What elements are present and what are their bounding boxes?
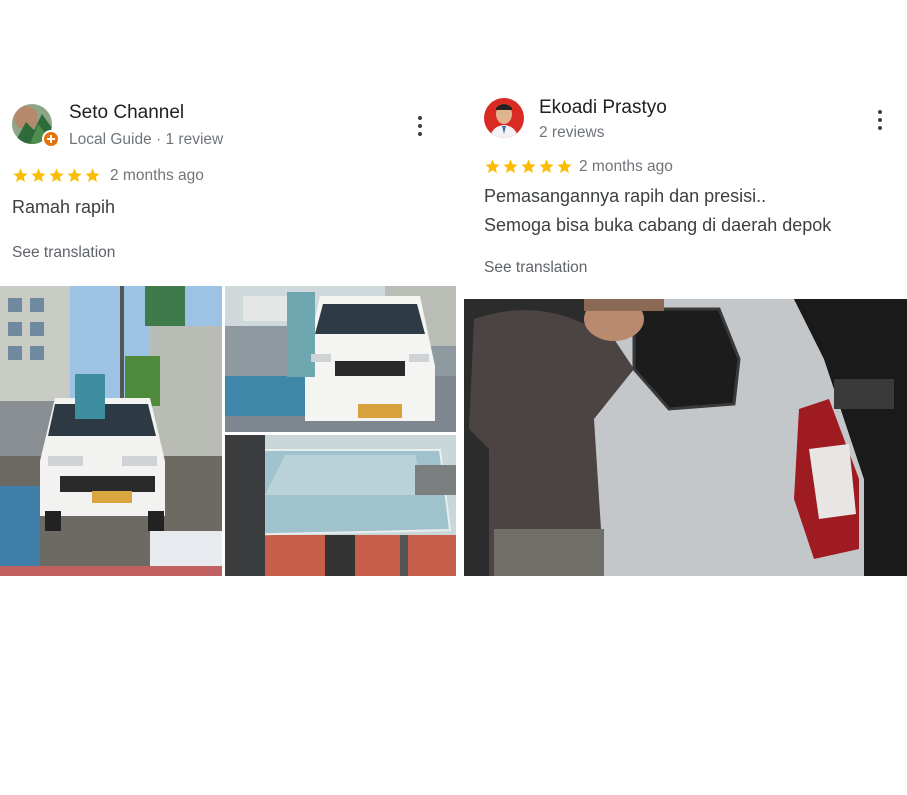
star-icon (13, 168, 28, 183)
car-front-photo[interactable] (225, 286, 456, 432)
review-time: 2 months ago (110, 167, 204, 184)
author-meta: Local Guide · 1 review (69, 131, 224, 148)
car-on-street-photo[interactable] (0, 286, 222, 576)
star-rating (484, 158, 573, 175)
star-icon (539, 159, 554, 174)
star-icon (521, 159, 536, 174)
local-guide-badge-icon (42, 130, 60, 148)
star-icon (503, 159, 518, 174)
avatar[interactable] (484, 98, 524, 138)
star-icon (557, 159, 572, 174)
review-text-line: Pemasangannya rapih dan presisi.. (484, 186, 767, 206)
author-name[interactable]: Seto Channel (69, 102, 184, 124)
more-vert-icon[interactable] (868, 106, 892, 134)
author-meta: 2 reviews (539, 124, 605, 141)
more-vert-icon[interactable] (408, 112, 432, 140)
review-text: Pemasangannya rapih dan presisi.. Semoga… (484, 182, 831, 240)
review-text-line: Semoga bisa buka cabang di daerah depok (484, 215, 832, 235)
author-name[interactable]: Ekoadi Prastyo (539, 97, 667, 119)
review-time: 2 months ago (579, 158, 673, 175)
see-translation-link[interactable]: See translation (12, 244, 115, 262)
star-icon (49, 168, 64, 183)
review-text-line: Ramah rapih (12, 197, 116, 217)
star-icon (485, 159, 500, 174)
glass-windshield-photo[interactable] (225, 435, 456, 576)
star-icon (67, 168, 82, 183)
see-translation-link[interactable]: See translation (484, 259, 587, 277)
window-installation-photo[interactable] (464, 299, 907, 576)
star-rating (12, 167, 101, 184)
star-icon (85, 168, 100, 183)
review-text: Ramah rapih (12, 193, 115, 222)
star-icon (31, 168, 46, 183)
